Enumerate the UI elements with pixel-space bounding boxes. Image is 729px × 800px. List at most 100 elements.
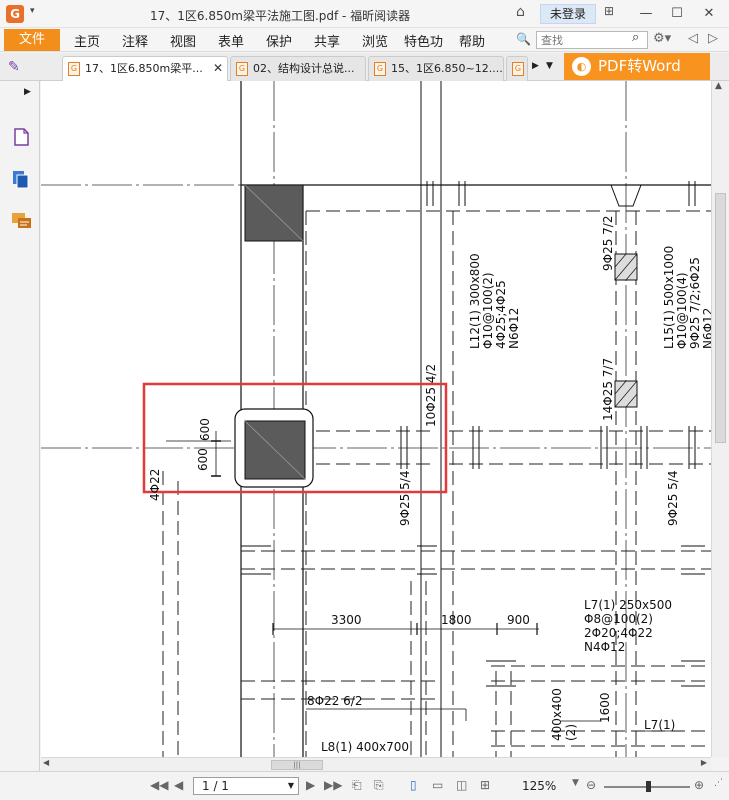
page-number-value: 1 / 1 — [202, 779, 229, 793]
tab-label: 17、1区6.850m梁平... — [85, 62, 203, 75]
zoom-out-icon[interactable]: ⊖ — [586, 778, 596, 792]
foxit-logo-icon[interactable]: G — [6, 5, 24, 23]
vertical-scroll-thumb[interactable] — [715, 193, 726, 443]
pdf-document-view[interactable]: L12(1) 300x800 Φ10@100(2) 4Φ25;4Φ25 N6Φ1… — [41, 81, 711, 757]
navigation-panel: ▶ — [0, 81, 40, 771]
menu-file[interactable]: 文件 — [4, 29, 60, 51]
pdf-to-word-label: PDF转Word — [598, 57, 681, 75]
find-options-icon[interactable]: 🔍 — [516, 32, 532, 48]
zoom-level[interactable]: 125% — [522, 779, 556, 793]
menu-share[interactable]: 共享 — [314, 31, 340, 50]
menu-bar: 文件 主页 注释 视图 表单 保护 共享 浏览 特色功 帮助 🔍 ⌕ ⚙▾ ◁ … — [0, 28, 729, 52]
label-l7-2: Φ8@100(2) — [584, 612, 653, 626]
label-l7-4: N4Φ12 — [584, 640, 625, 654]
page-number-field[interactable]: 1 / 1 ▼ — [193, 777, 299, 795]
close-window-button[interactable]: ✕ — [698, 4, 720, 24]
label-l12-2: Φ10@100(2) — [481, 272, 495, 349]
pdf-to-word-icon: ◐ — [572, 57, 591, 76]
comments-icon[interactable] — [11, 211, 31, 231]
structural-drawing: L12(1) 300x800 Φ10@100(2) 4Φ25;4Φ25 N6Φ1… — [41, 81, 711, 757]
next-view-icon[interactable]: ⎘ — [374, 778, 384, 793]
label-rebar-9a: 9Φ25 5/4 — [398, 471, 412, 526]
back-arrow-icon[interactable]: ◁ — [688, 31, 698, 46]
tab-document-02[interactable]: G 02、结构设计总说... — [230, 56, 366, 81]
tab-label: 02、结构设计总说... — [253, 62, 355, 75]
tab-scroll-right-icon[interactable]: ▶ — [532, 61, 539, 71]
first-page-icon[interactable]: ◀◀ — [150, 778, 168, 792]
scroll-left-icon[interactable]: ◀ — [43, 758, 49, 767]
previous-view-icon[interactable]: ⎗ — [352, 778, 362, 793]
menu-home[interactable]: 主页 — [74, 31, 100, 50]
maximize-button[interactable]: ☐ — [666, 4, 688, 24]
dim-1800: 1800 — [441, 613, 472, 627]
label-rebar-4: 4Φ22 — [148, 469, 162, 501]
close-tab-icon[interactable]: ✕ — [213, 57, 223, 80]
window-title: 17、1区6.850m梁平法施工图.pdf - 福昕阅读器 — [150, 9, 411, 23]
scroll-right-icon[interactable]: ▶ — [701, 758, 707, 767]
pdf-file-icon: G — [68, 62, 80, 76]
tab-label: 15、1区6.850~12.... — [391, 62, 503, 75]
single-page-icon[interactable]: ▯ — [410, 778, 417, 792]
menu-view[interactable]: 视图 — [170, 31, 196, 50]
pdf-file-icon: G — [374, 62, 386, 76]
search-icon[interactable]: ⌕ — [632, 30, 639, 45]
forward-arrow-icon[interactable]: ▷ — [708, 31, 718, 46]
skin-icon[interactable]: ⌂ — [516, 4, 525, 20]
continuous-page-icon[interactable]: ▭ — [432, 778, 443, 792]
label-l15-4: N6Φ12 — [701, 308, 711, 349]
dim-3300: 3300 — [331, 613, 362, 627]
label-l15-3: 9Φ25 7/2;6Φ25 — [688, 257, 702, 349]
horizontal-scrollbar[interactable]: ◀ ||| ▶ — [41, 757, 711, 771]
tab-list-dropdown-icon[interactable]: ▼ — [546, 61, 553, 71]
label-v2: (2) — [564, 724, 578, 741]
split-view-icon[interactable]: ⊞ — [480, 778, 490, 792]
last-page-icon[interactable]: ▶▶ — [324, 778, 342, 792]
login-button[interactable]: 未登录 — [540, 4, 596, 24]
label-rebar-10: 10Φ25 4/2 — [424, 364, 438, 427]
next-page-icon[interactable]: ▶ — [306, 778, 315, 792]
scroll-up-icon[interactable]: ▲ — [715, 81, 722, 91]
menu-protect[interactable]: 保护 — [266, 31, 292, 50]
vertical-scrollbar[interactable]: ▲ — [711, 81, 729, 757]
dim-200: 600 — [198, 418, 212, 441]
zoom-dropdown-icon[interactable]: ▼ — [572, 778, 579, 788]
grid-icon[interactable]: ⊞ — [604, 4, 614, 18]
previous-page-icon[interactable]: ◀ — [174, 778, 183, 792]
settings-gear-icon[interactable]: ⚙▾ — [653, 31, 671, 46]
label-l15-2: Φ10@100(4) — [675, 272, 689, 349]
start-page-icon[interactable]: ✎ — [8, 59, 26, 75]
menu-features[interactable]: 特色功 — [404, 31, 443, 50]
label-l15-1: L15(1) 500x1000 — [662, 246, 676, 349]
menu-form[interactable]: 表单 — [218, 31, 244, 50]
expand-panel-icon[interactable]: ▶ — [24, 87, 31, 97]
layers-icon[interactable] — [11, 169, 31, 189]
page-dropdown-icon[interactable]: ▼ — [288, 778, 294, 794]
zoom-in-icon[interactable]: ⊕ — [694, 778, 704, 792]
label-l7-3: 2Φ20;4Φ22 — [584, 626, 653, 640]
tab-document-more[interactable]: G — [506, 56, 528, 81]
dim-900: 900 — [507, 613, 530, 627]
zoom-slider-knob[interactable] — [646, 781, 651, 792]
tab-document-15[interactable]: G 15、1区6.850~12.... — [368, 56, 504, 81]
dim-1600: 1600 — [598, 692, 612, 723]
label-rebar-9c: 9Φ25 5/4 — [666, 471, 680, 526]
resize-grip-icon[interactable]: ⋰ — [714, 778, 723, 788]
pdf-to-word-button[interactable]: ◐ PDF转Word — [564, 53, 710, 80]
menu-help[interactable]: 帮助 — [459, 31, 485, 50]
page-thumbnails-icon[interactable] — [11, 127, 31, 147]
menu-browse[interactable]: 浏览 — [362, 31, 388, 50]
minimize-button[interactable]: — — [635, 4, 657, 24]
label-l12-3: 4Φ25;4Φ25 — [494, 280, 508, 349]
label-l12-1: L12(1) 300x800 — [468, 253, 482, 349]
horizontal-scroll-thumb[interactable]: ||| — [271, 760, 323, 770]
label-l12-4: N6Φ12 — [507, 308, 521, 349]
pdf-file-icon: G — [512, 62, 524, 76]
tab-document-17[interactable]: G 17、1区6.850m梁平... ✕ — [62, 56, 228, 81]
menu-comment[interactable]: 注释 — [122, 31, 148, 50]
facing-page-icon[interactable]: ◫ — [456, 778, 467, 792]
label-400x400: 400x400 — [550, 688, 564, 741]
label-l7-1: L7(1) 250x500 — [584, 598, 672, 612]
label-rebar-9b: 9Φ25 7/2 — [601, 216, 615, 271]
label-rebar-14: 14Φ25 7/7 — [601, 358, 615, 421]
quick-access-dropdown-icon[interactable]: ▾ — [30, 6, 35, 16]
